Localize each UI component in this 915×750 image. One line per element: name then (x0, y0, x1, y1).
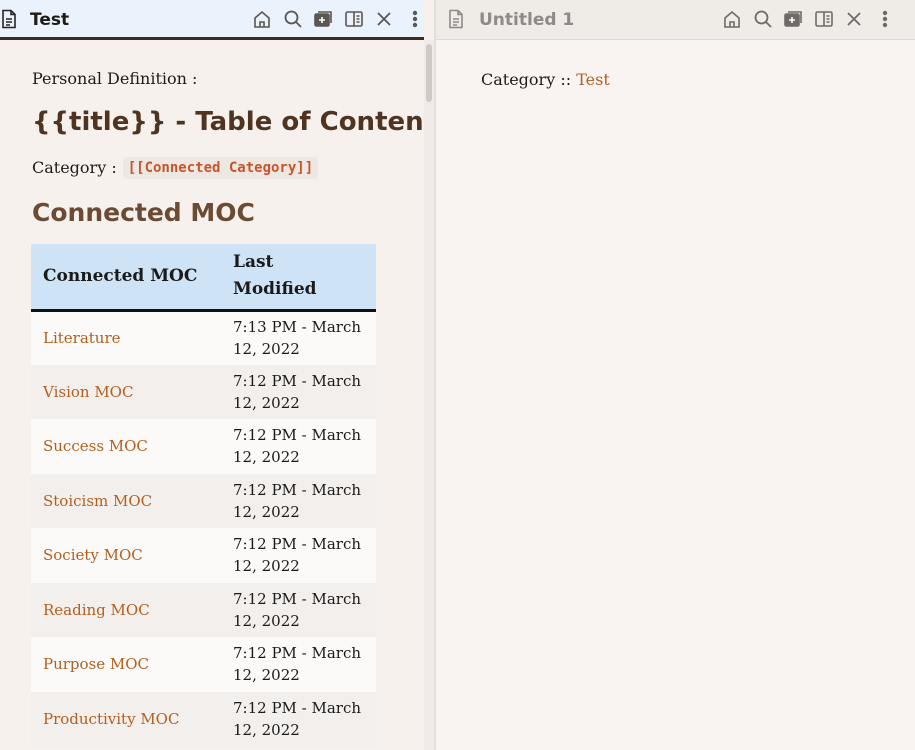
modified-date: 7:13 PM - March 12, 2022 (233, 318, 362, 358)
table-row: Vision MOC 7:12 PM - March 12, 2022 (31, 364, 376, 420)
scrollbar-thumb[interactable] (426, 44, 432, 102)
table-row: Society MOC 7:12 PM - March 12, 2022 (31, 528, 376, 583)
modified-date: 7:12 PM - March 12, 2022 (233, 480, 362, 521)
category-label: Category : (32, 158, 117, 177)
search-icon[interactable] (752, 8, 774, 30)
table-row: Productivity MOC 7:12 PM - March 12, 202… (31, 691, 376, 747)
doc-title: {{title}} - Table of Content (32, 107, 424, 137)
file-icon (2, 9, 16, 29)
right-tab-header[interactable]: Untitled 1 (436, 0, 915, 40)
home-icon[interactable] (251, 8, 273, 30)
close-icon[interactable] (843, 8, 865, 30)
category-link[interactable]: Test (576, 70, 610, 89)
table-row: Purpose MOC 7:12 PM - March 12, 2022 (31, 637, 376, 692)
table-row: Reading MOC 7:12 PM - March 12, 2022 (31, 582, 376, 638)
modified-date: 7:12 PM - March 12, 2022 (233, 535, 362, 576)
moc-link[interactable]: Stoicism MOC (31, 474, 221, 529)
modified-date: 7:12 PM - March 12, 2022 (233, 698, 362, 739)
more-icon[interactable] (874, 8, 896, 30)
left-tab-header[interactable]: Test (0, 0, 424, 40)
search-icon[interactable] (282, 8, 304, 30)
sidebar-toggle-icon[interactable] (343, 8, 365, 30)
tab-actions (721, 8, 904, 30)
tab-title[interactable]: Test (30, 9, 69, 31)
table-row: Stoicism MOC 7:12 PM - March 12, 2022 (31, 473, 376, 529)
category-line: Category : [[Connected Category]] (32, 156, 319, 180)
file-icon (449, 9, 463, 29)
moc-link[interactable]: Success MOC (31, 419, 221, 474)
moc-link[interactable]: Vision MOC (31, 365, 221, 420)
table-header-modified: Last Modified (233, 252, 317, 300)
more-icon[interactable] (404, 8, 425, 30)
moc-link[interactable]: Reading MOC (31, 583, 221, 638)
sidebar-toggle-icon[interactable] (813, 8, 835, 30)
moc-table: Connected MOC Last Modified Literature 7… (31, 244, 376, 746)
left-pane: Test Personal Definition : {{title}} - T… (0, 0, 424, 750)
moc-link[interactable]: Society MOC (31, 528, 221, 583)
tab-actions (251, 8, 424, 30)
close-icon[interactable] (373, 8, 395, 30)
modified-date: 7:12 PM - March 12, 2022 (233, 589, 362, 630)
section-heading: Connected MOC (32, 198, 255, 227)
tab-title[interactable]: Untitled 1 (479, 9, 574, 31)
moc-link[interactable]: Purpose MOC (31, 637, 221, 692)
stack-add-icon[interactable] (782, 8, 804, 30)
table-header-row: Connected MOC Last Modified (31, 244, 376, 310)
stack-add-icon[interactable] (312, 8, 334, 30)
modified-date: 7:12 PM - March 12, 2022 (233, 371, 362, 412)
table-row: Literature 7:13 PM - March 12, 2022 (31, 310, 376, 365)
table-row: Success MOC 7:12 PM - March 12, 2022 (31, 419, 376, 474)
moc-link[interactable]: Productivity MOC (31, 692, 221, 747)
modified-date: 7:12 PM - March 12, 2022 (233, 644, 362, 685)
home-icon[interactable] (721, 8, 743, 30)
table-header-name: Connected MOC (43, 265, 198, 286)
category-line: Category :: Test (481, 68, 610, 92)
personal-definition: Personal Definition : (32, 69, 198, 88)
right-pane: Untitled 1 Category :: Test (436, 0, 915, 750)
category-code: [[Connected Category]] (122, 157, 319, 179)
modified-date: 7:12 PM - March 12, 2022 (233, 426, 362, 467)
category-label: Category :: (481, 70, 572, 89)
moc-link[interactable]: Literature (31, 310, 221, 365)
